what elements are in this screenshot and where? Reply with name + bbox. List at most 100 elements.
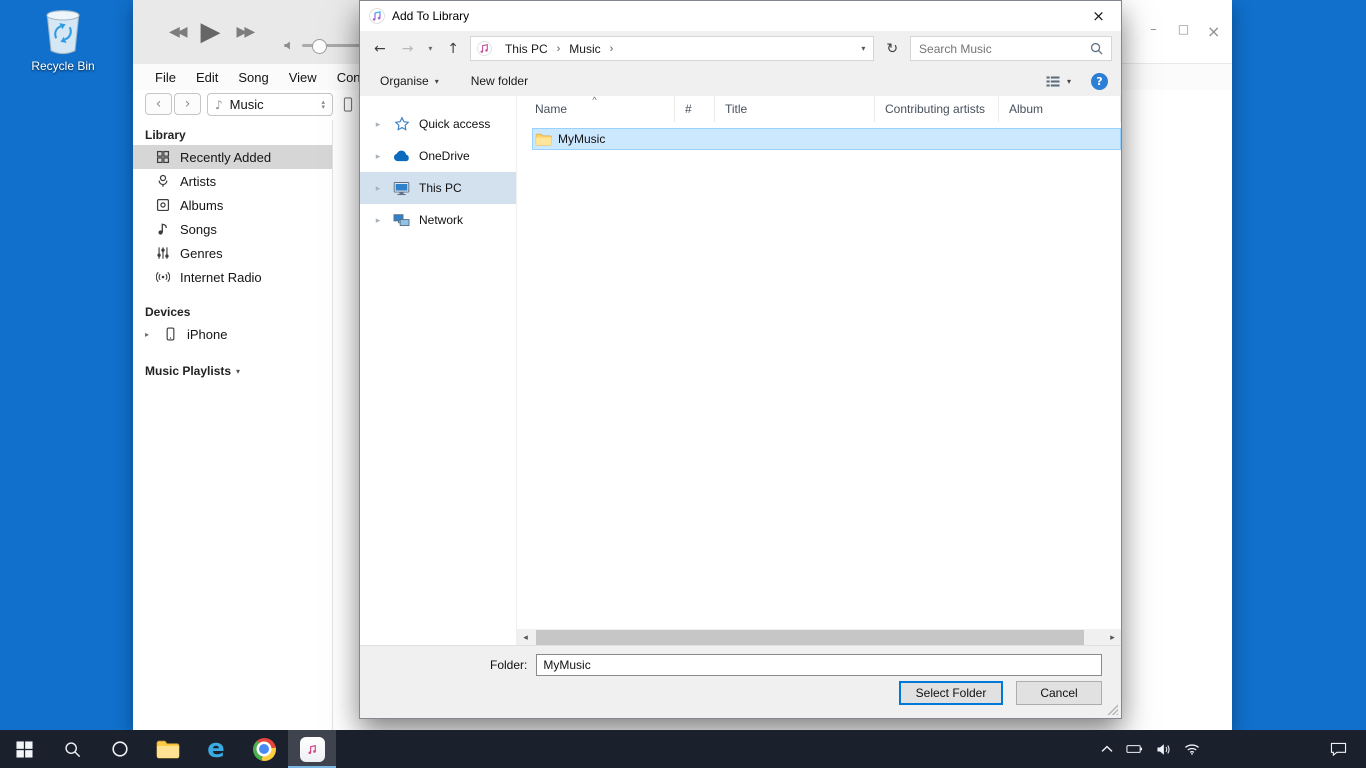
playlists-header[interactable]: Music Playlists ▾ <box>145 364 332 378</box>
select-folder-button[interactable]: Select Folder <box>899 681 1003 705</box>
navpane-item-network[interactable]: ▸Network <box>360 204 516 236</box>
taskbar-chrome-button[interactable] <box>240 730 288 768</box>
breadcrumb-music[interactable]: Music <box>562 42 607 56</box>
address-dropdown-caret[interactable]: ▾ <box>853 44 873 53</box>
view-mode-button[interactable] <box>1045 75 1061 88</box>
expander-icon[interactable]: ▸ <box>141 330 153 339</box>
close-button[interactable]: × <box>1207 22 1220 41</box>
sidebar-item-internet-radio[interactable]: Internet Radio <box>133 265 332 289</box>
column-header-album[interactable]: Album <box>999 96 1121 122</box>
expander-icon[interactable]: ▸ <box>372 151 384 162</box>
scrollbar-track[interactable] <box>534 629 1104 646</box>
sidebar-item-label: Recently Added <box>180 150 271 165</box>
device-button[interactable] <box>343 97 353 112</box>
nav-up-button[interactable]: ↑ <box>442 41 464 57</box>
resize-grip[interactable] <box>1107 704 1118 715</box>
cancel-button[interactable]: Cancel <box>1016 681 1102 705</box>
folder-label: Folder: <box>490 658 527 672</box>
navpane-item-quick-access[interactable]: ▸Quick access <box>360 108 516 140</box>
recycle-bin-icon <box>40 6 86 58</box>
new-folder-button[interactable]: New folder <box>471 74 528 88</box>
menu-file[interactable]: File <box>145 70 186 85</box>
dialog-titlebar: Add To Library × <box>360 1 1121 31</box>
media-selector[interactable]: ♪ Music ▴▾ <box>207 93 333 116</box>
chevron-right-icon[interactable]: › <box>608 43 616 55</box>
playlists-header-label: Music Playlists <box>145 364 231 378</box>
action-center-button[interactable] <box>1318 730 1358 768</box>
sidebar-item-artists[interactable]: Artists <box>133 169 332 193</box>
file-list-area: Name^#Title Contributing artists Album MyM… <box>517 96 1121 646</box>
search-icon[interactable] <box>1082 42 1111 55</box>
dialog-close-button[interactable]: × <box>1076 1 1121 31</box>
tray-battery-button[interactable] <box>1126 744 1143 754</box>
scroll-left-button[interactable]: ◂ <box>517 629 534 646</box>
volume-knob[interactable] <box>312 39 327 54</box>
media-selector-carets-icon: ▴▾ <box>321 100 325 110</box>
menu-song[interactable]: Song <box>228 70 278 85</box>
sidebar-item-recently-added[interactable]: Recently Added <box>133 145 332 169</box>
menu-edit[interactable]: Edit <box>186 70 228 85</box>
sidebar-item-genres[interactable]: Genres <box>133 241 332 265</box>
radio-icon <box>155 270 171 284</box>
next-button[interactable]: ▶▶ <box>237 24 253 40</box>
menu-view[interactable]: View <box>279 70 327 85</box>
search-input[interactable] <box>911 42 1082 56</box>
scrollbar-thumb[interactable] <box>536 630 1084 645</box>
tray-speaker-button[interactable] <box>1156 743 1171 756</box>
refresh-button[interactable]: ↻ <box>880 41 904 57</box>
address-bar[interactable]: This PC›Music› ▾ <box>470 36 874 61</box>
itunes-titlebar-corner: – □ × <box>1120 0 1232 63</box>
sidebar-item-label: Artists <box>180 174 216 189</box>
devices-header: Devices <box>145 305 332 319</box>
previous-button[interactable]: ◀◀ <box>169 24 185 40</box>
tray-chevron-up-button[interactable] <box>1101 745 1113 753</box>
nav-back-button[interactable]: ← <box>369 41 391 57</box>
minimize-button[interactable]: – <box>1147 22 1160 41</box>
file-row-mymusic[interactable]: MyMusic <box>533 129 1120 149</box>
navpane-item-onedrive[interactable]: ▸OneDrive <box>360 140 516 172</box>
recycle-bin-label: Recycle Bin <box>31 59 94 73</box>
taskbar-start-button[interactable] <box>0 730 48 768</box>
taskbar-itunes-button[interactable] <box>288 730 336 768</box>
grid-icon <box>155 150 171 164</box>
dialog-title: Add To Library <box>392 9 469 23</box>
note-icon <box>155 222 171 236</box>
column-header-contributing-artists[interactable]: Contributing artists <box>875 96 999 122</box>
folder-name-input[interactable] <box>536 654 1102 676</box>
media-selector-value: Music <box>230 97 264 112</box>
breadcrumb-this-pc[interactable]: This PC <box>498 42 555 56</box>
horizontal-scrollbar[interactable]: ◂ ▸ <box>517 629 1121 646</box>
cortana-icon <box>111 740 129 758</box>
volume-icon <box>283 40 295 51</box>
column-header-title[interactable]: Title <box>715 96 875 122</box>
forward-button[interactable]: › <box>174 93 201 115</box>
recycle-bin[interactable]: Recycle Bin <box>22 6 104 73</box>
navpane-item-this-pc[interactable]: ▸This PC <box>360 172 516 204</box>
column-label: Contributing artists <box>885 102 985 116</box>
expander-icon[interactable]: ▸ <box>372 183 384 194</box>
column-header-name[interactable]: Name^ <box>517 96 675 122</box>
sidebar-device-iphone[interactable]: ▸iPhone <box>133 322 332 346</box>
scroll-right-button[interactable]: ▸ <box>1104 629 1121 646</box>
play-button[interactable]: ▶ <box>201 17 221 47</box>
taskbar-file-explorer-button[interactable] <box>144 730 192 768</box>
caret-down-icon: ▾ <box>236 367 240 376</box>
sidebar-item-songs[interactable]: Songs <box>133 217 332 241</box>
view-mode-caret[interactable]: ▾ <box>1067 77 1071 86</box>
maximize-button[interactable]: □ <box>1177 22 1190 41</box>
help-button[interactable]: ? <box>1091 73 1108 90</box>
tray-wifi-button[interactable] <box>1184 743 1200 755</box>
organise-label: Organise <box>380 74 429 88</box>
nav-history-caret[interactable]: ▾ <box>424 44 436 53</box>
taskbar-search-button[interactable] <box>48 730 96 768</box>
taskbar-cortana-button[interactable] <box>96 730 144 768</box>
chevron-right-icon[interactable]: › <box>555 43 563 55</box>
sidebar-item-albums[interactable]: Albums <box>133 193 332 217</box>
nav-forward-button[interactable]: → <box>397 41 419 57</box>
column-header-number[interactable]: # <box>675 96 715 122</box>
organise-button[interactable]: Organise ▾ <box>380 74 439 88</box>
expander-icon[interactable]: ▸ <box>372 119 384 130</box>
expander-icon[interactable]: ▸ <box>372 215 384 226</box>
taskbar-edge-button[interactable]: e <box>192 730 240 768</box>
back-button[interactable]: ‹ <box>145 93 172 115</box>
